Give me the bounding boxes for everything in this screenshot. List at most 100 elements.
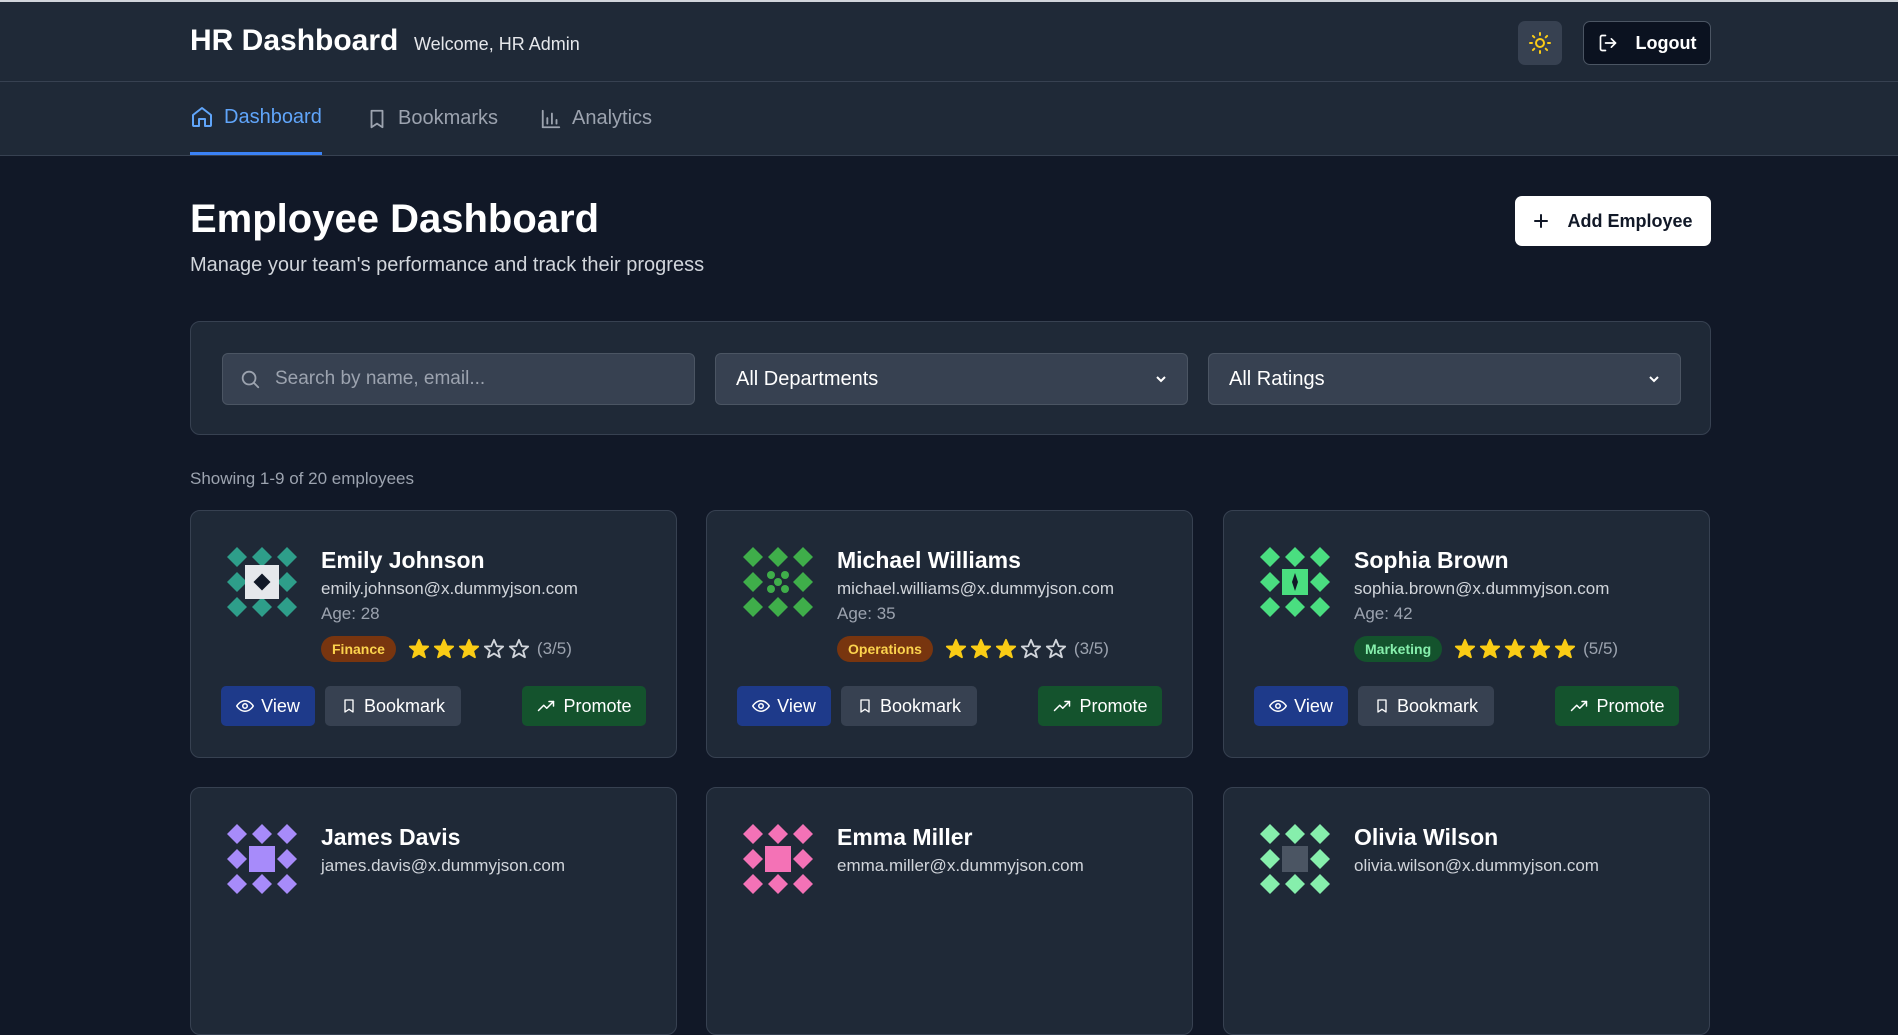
bookmark-icon (1377, 699, 1387, 713)
bar-chart-icon (541, 109, 561, 128)
star-icon (483, 638, 504, 659)
logout-label: Logout (1635, 32, 1697, 53)
logout-button[interactable]: Logout (1583, 21, 1711, 65)
star-icon (945, 638, 966, 659)
employee-card: Emily Johnson emily.johnson@x.dummyjson.c… (190, 510, 677, 758)
sun-icon (1529, 32, 1551, 54)
employee-name: James Davis (321, 824, 461, 850)
bookmark-button[interactable]: Bookmark (1358, 686, 1494, 726)
department-badge: Operations (837, 636, 933, 662)
filter-panel: All Departments All Ratings (190, 321, 1711, 435)
promote-button[interactable]: Promote (522, 686, 646, 726)
bookmark-button[interactable]: Bookmark (325, 686, 461, 726)
page-subtitle: Manage your team's performance and track… (190, 254, 705, 276)
tab-dashboard[interactable]: Dashboard (190, 82, 322, 155)
add-employee-label: Add Employee (1567, 210, 1693, 231)
employee-email: sophia.brown@x.dummyjson.com (1354, 579, 1610, 598)
employee-email: michael.williams@x.dummyjson.com (837, 579, 1115, 598)
avatar (743, 547, 813, 617)
star-icon (1455, 638, 1476, 659)
rating-text: (3/5) (536, 639, 572, 658)
search-icon (241, 370, 260, 389)
bookmark-icon (370, 109, 384, 128)
bookmark-label: Bookmark (879, 695, 962, 716)
bookmark-label: Bookmark (363, 695, 446, 716)
employee-card: James Davis james.davis@x.dummyjson.com (190, 787, 677, 1035)
avatar (1260, 824, 1330, 894)
employee-name: Olivia Wilson (1354, 824, 1499, 850)
home-icon (192, 107, 212, 127)
trending-up-icon (1571, 700, 1588, 712)
employee-name: Michael Williams (837, 547, 1021, 573)
rating-text: (3/5) (1073, 639, 1109, 658)
rating-stars: (3/5) (408, 638, 572, 660)
employee-name: Emily Johnson (321, 547, 485, 573)
main-nav: Dashboard Bookmarks Analytics (0, 82, 1898, 156)
tab-bookmarks[interactable]: Bookmarks (366, 82, 498, 155)
promote-label: Promote (1079, 695, 1148, 716)
avatar (227, 547, 297, 617)
trending-up-icon (1054, 700, 1071, 712)
employee-card: Sophia Brown sophia.brown@x.dummyjson.com… (1223, 510, 1710, 758)
rating-stars: (5/5) (1454, 638, 1618, 660)
promote-button[interactable]: Promote (1555, 686, 1679, 726)
employee-age: Age: 42 (1354, 604, 1413, 623)
add-employee-button[interactable]: Add Employee (1515, 196, 1711, 246)
star-icon (1530, 638, 1551, 659)
department-select[interactable]: All Departments (715, 353, 1188, 405)
rating-stars: (3/5) (945, 638, 1109, 660)
star-icon (1020, 638, 1041, 659)
chevron-down-icon (1156, 376, 1166, 383)
department-select-value: All Departments (736, 367, 879, 390)
employee-email: emma.miller@x.dummyjson.com (837, 856, 1084, 875)
avatar (743, 824, 813, 894)
employee-email: james.davis@x.dummyjson.com (321, 856, 565, 875)
view-button[interactable]: View (737, 686, 831, 726)
tab-dashboard-label: Dashboard (224, 105, 322, 128)
star-icon (970, 638, 991, 659)
employee-count: Showing 1-9 of 20 employees (190, 469, 414, 488)
star-icon (408, 638, 429, 659)
view-button[interactable]: View (221, 686, 315, 726)
promote-label: Promote (563, 695, 632, 716)
view-label: View (777, 695, 816, 716)
employee-card: Emma Miller emma.miller@x.dummyjson.com (706, 787, 1193, 1035)
employee-name: Sophia Brown (1354, 547, 1509, 573)
rating-select[interactable]: All Ratings (1208, 353, 1681, 405)
brand-title: HR Dashboard (190, 24, 399, 57)
plus-icon (1534, 214, 1549, 228)
logout-icon (1599, 34, 1616, 52)
rating-text: (5/5) (1583, 639, 1619, 658)
avatar (1260, 547, 1330, 617)
bookmark-icon (860, 699, 870, 713)
department-badge: Finance (321, 636, 396, 662)
employee-name: Emma Miller (837, 824, 973, 850)
badge-row: Operations (3/5) (837, 636, 1109, 662)
top-header: HR Dashboard Welcome, HR Admin Logout (0, 0, 1898, 82)
department-badge: Marketing (1354, 636, 1443, 662)
badge-row: Marketing (5/5) (1354, 636, 1618, 662)
star-icon (1555, 638, 1576, 659)
tab-bookmarks-label: Bookmarks (398, 107, 499, 129)
rating-select-value: All Ratings (1229, 367, 1325, 390)
bookmark-button[interactable]: Bookmark (841, 686, 977, 726)
promote-label: Promote (1596, 695, 1665, 716)
avatar (227, 824, 297, 894)
employee-card: Olivia Wilson olivia.wilson@x.dummyjson.c… (1223, 787, 1710, 1035)
search-input[interactable] (273, 367, 677, 391)
view-label: View (261, 695, 300, 716)
promote-button[interactable]: Promote (1038, 686, 1162, 726)
eye-icon (236, 699, 255, 713)
tab-analytics[interactable]: Analytics (540, 82, 652, 155)
bookmark-icon (344, 699, 354, 713)
eye-icon (1269, 699, 1288, 713)
view-button[interactable]: View (1254, 686, 1348, 726)
search-field[interactable] (222, 353, 695, 405)
theme-toggle-button[interactable] (1518, 21, 1562, 65)
star-icon (433, 638, 454, 659)
welcome-text: Welcome, HR Admin (414, 34, 580, 54)
star-icon (995, 638, 1016, 659)
star-icon (1045, 638, 1066, 659)
view-label: View (1294, 695, 1333, 716)
tab-analytics-label: Analytics (572, 107, 653, 129)
